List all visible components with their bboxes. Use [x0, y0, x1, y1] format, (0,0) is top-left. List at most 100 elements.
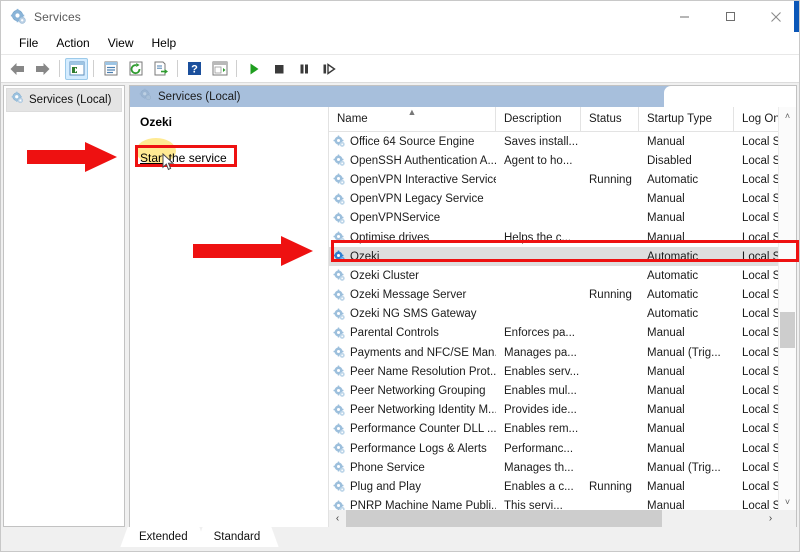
table-row[interactable]: Peer Networking Identity M... Provides id…: [329, 401, 796, 420]
table-row[interactable]: Phone Service Manages th... Manual (Trig..…: [329, 458, 796, 477]
table-row[interactable]: OpenSSH Authentication A... Agent to ho..…: [329, 151, 796, 170]
sort-ascending-icon: ▲: [407, 107, 417, 117]
table-row[interactable]: Ozeki Message Server Running Automatic Loca…: [329, 286, 796, 305]
table-row[interactable]: Ozeki Cluster Automatic Local S: [329, 266, 796, 285]
service-name-text: Plug and Play: [350, 480, 421, 493]
forward-button[interactable]: [31, 58, 54, 80]
cell-startup: Manual: [647, 404, 685, 417]
column-header-description[interactable]: Description: [496, 107, 581, 131]
horizontal-scrollbar[interactable]: ‹ ›: [329, 510, 796, 527]
maximize-button[interactable]: [707, 1, 753, 32]
horizontal-scroll-thumb[interactable]: [346, 510, 663, 527]
column-header-startup-label: Startup Type: [647, 113, 712, 125]
svg-text:?: ?: [191, 64, 198, 76]
menu-file[interactable]: File: [10, 34, 47, 53]
table-row-selected[interactable]: Ozeki Automatic Local S: [329, 247, 796, 267]
cell-description: Enables a c...: [504, 480, 574, 493]
table-row[interactable]: Plug and Play Enables a c... Running Manual…: [329, 477, 796, 496]
cell-status: Running: [589, 289, 632, 302]
table-row[interactable]: Peer Networking Grouping Enables mul... Ma…: [329, 381, 796, 400]
console-tree-pane: Services (Local): [3, 85, 125, 527]
cell-description: Provides ide...: [504, 404, 577, 417]
service-name-text: Payments and NFC/SE Man...: [350, 346, 496, 359]
back-button[interactable]: [6, 58, 29, 80]
tab-standard[interactable]: Standard: [194, 527, 279, 547]
menu-view[interactable]: View: [99, 34, 143, 53]
cell-name: Ozeki: [329, 250, 496, 263]
vertical-scrollbar[interactable]: ˄ ˅: [778, 107, 796, 510]
service-gear-icon: [333, 193, 346, 206]
restart-icon[interactable]: [317, 58, 340, 80]
cell-description: Performanc...: [504, 442, 574, 455]
cell-name: Ozeki Cluster: [329, 269, 496, 282]
table-row[interactable]: Performance Counter DLL ... Enables rem..…: [329, 420, 796, 439]
list-rows-container: Office 64 Source Engine Saves install... M…: [329, 132, 796, 527]
scroll-up-button[interactable]: ˄: [779, 107, 796, 124]
horizontal-scroll-track[interactable]: [346, 510, 762, 527]
cell-description: Helps the c...: [504, 231, 572, 244]
cell-description: Enforces pa...: [504, 327, 575, 340]
service-gear-icon: [333, 365, 346, 378]
service-name-text: Ozeki: [350, 250, 380, 263]
service-name-text: Office 64 Source Engine: [350, 135, 475, 148]
column-header-name[interactable]: ▲ Name: [329, 107, 496, 131]
table-row[interactable]: Office 64 Source Engine Saves install... M…: [329, 132, 796, 151]
tree-node-label: Services (Local): [29, 94, 112, 106]
cell-startup: Manual: [647, 442, 685, 455]
service-detail-column: Ozeki Start the service: [130, 107, 328, 527]
service-gear-icon: [333, 480, 346, 493]
scroll-right-button[interactable]: ›: [762, 510, 779, 527]
properties-icon[interactable]: [99, 58, 122, 80]
table-row[interactable]: Performance Logs & Alerts Performanc... Ma…: [329, 439, 796, 458]
table-row[interactable]: OpenVPNService Manual Local S: [329, 209, 796, 228]
service-gear-icon: [333, 308, 346, 321]
close-button[interactable]: [753, 1, 799, 32]
table-row[interactable]: OpenVPN Legacy Service Manual Local S: [329, 190, 796, 209]
table-row[interactable]: Optimise drives Helps the c... Manual Local…: [329, 228, 796, 247]
vertical-scroll-thumb[interactable]: [780, 312, 795, 348]
console-tree-icon[interactable]: [65, 57, 88, 80]
help-question-icon[interactable]: ?: [183, 58, 206, 80]
table-row[interactable]: Parental Controls Enforces pa... Manual Loc…: [329, 324, 796, 343]
header-notch: [664, 86, 796, 107]
pause-icon[interactable]: [292, 58, 315, 80]
cell-startup: Manual: [647, 212, 685, 225]
action-pane-icon[interactable]: [208, 58, 231, 80]
column-header-startup-type[interactable]: Startup Type: [639, 107, 734, 131]
cell-startup: Manual: [647, 365, 685, 378]
export-list-icon[interactable]: [149, 58, 172, 80]
service-gear-icon: [333, 135, 346, 148]
menu-action[interactable]: Action: [47, 34, 98, 53]
scroll-left-button[interactable]: ‹: [329, 510, 346, 527]
cell-name: Phone Service: [329, 461, 496, 474]
mouse-cursor-icon: [162, 152, 175, 177]
table-row[interactable]: OpenVPN Interactive Service Running Automa…: [329, 170, 796, 189]
service-name-text: Optimise drives: [350, 231, 430, 244]
service-gear-icon: [333, 461, 346, 474]
service-gear-icon: [333, 385, 346, 398]
minimize-button[interactable]: [661, 1, 707, 32]
service-gear-icon: [333, 346, 346, 359]
cell-name: OpenSSH Authentication A...: [329, 154, 496, 167]
table-row[interactable]: Ozeki NG SMS Gateway Automatic Local S: [329, 305, 796, 324]
table-row[interactable]: Payments and NFC/SE Man... Manages pa... M…: [329, 343, 796, 362]
toolbar-separator: [236, 60, 237, 77]
service-gear-icon: [333, 404, 346, 417]
menu-help[interactable]: Help: [143, 34, 186, 53]
tree-node-services-local[interactable]: Services (Local): [6, 88, 122, 112]
scroll-down-button[interactable]: ˅: [779, 493, 796, 510]
cell-name: OpenVPN Legacy Service: [329, 193, 496, 206]
cell-startup: Automatic: [647, 250, 699, 263]
column-header-name-label: Name: [337, 113, 368, 125]
results-pane-title: Services (Local): [158, 90, 241, 103]
stop-icon[interactable]: [267, 58, 290, 80]
start-the-service-link[interactable]: Start the service: [140, 151, 227, 165]
refresh-icon[interactable]: [124, 58, 147, 80]
menu-bar: File Action View Help: [1, 32, 799, 55]
tab-extended[interactable]: Extended: [120, 527, 207, 547]
table-row[interactable]: Peer Name Resolution Prot... Enables serv…: [329, 362, 796, 381]
service-name-text: Ozeki NG SMS Gateway: [350, 308, 477, 321]
cell-startup: Disabled: [647, 154, 692, 167]
play-icon[interactable]: [242, 58, 265, 80]
column-header-status[interactable]: Status: [581, 107, 639, 131]
